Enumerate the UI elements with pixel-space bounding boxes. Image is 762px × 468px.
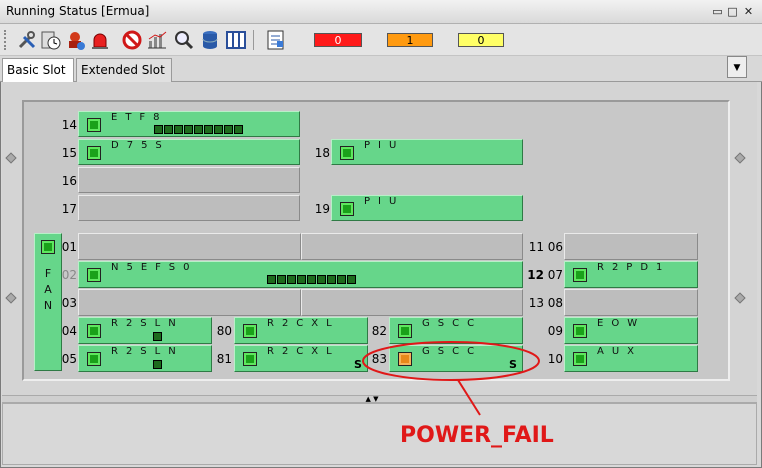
callout-line	[457, 379, 481, 416]
annotation-label: POWER_FAIL	[400, 423, 554, 448]
annotation-overlay	[362, 341, 540, 416]
highlight-ellipse	[362, 341, 540, 381]
